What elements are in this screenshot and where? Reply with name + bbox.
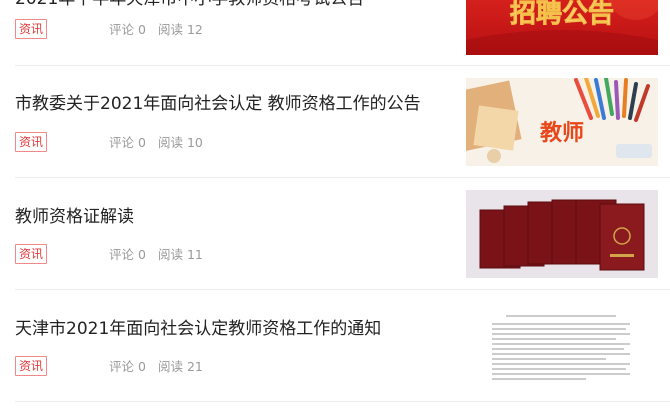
article-item[interactable]: 天津市2021年面向社会认定教师资格工作的通知 资讯 评论 0 阅读 21 — [0, 290, 670, 402]
svg-text:教师: 教师 — [540, 120, 584, 146]
comment-count: 评论 0 — [109, 22, 146, 37]
article-item[interactable]: 教师资格证解读 资讯 评论 0 阅读 11 — [0, 178, 670, 290]
article-thumbnail[interactable]: 教师 — [466, 78, 658, 166]
certificate-books-image — [466, 190, 658, 278]
article-title: 2021年下半年天津市中小学教师资格考试公告 — [15, 0, 364, 10]
comment-count: 评论 0 — [109, 359, 146, 374]
article-thumbnail[interactable] — [466, 302, 658, 390]
article-thumbnail[interactable] — [466, 190, 658, 278]
read-count: 阅读 10 — [158, 135, 203, 150]
article-thumbnail[interactable]: 招聘公告 — [466, 0, 658, 55]
article-item[interactable]: 市教委关于2021年面向社会认定 教师资格工作的公告 资讯 评论 0 阅读 10… — [0, 66, 670, 178]
read-count: 阅读 21 — [158, 359, 203, 374]
article-title: 天津市2021年面向社会认定教师资格工作的通知 — [15, 319, 382, 339]
category-tag: 资讯 — [15, 132, 48, 152]
divider — [15, 401, 670, 402]
article-title: 市教委关于2021年面向社会认定 教师资格工作的公告 — [15, 94, 421, 114]
category-tag: 资讯 — [15, 244, 48, 264]
comment-count: 评论 0 — [109, 247, 146, 262]
recruitment-notice-image: 招聘公告 — [466, 0, 658, 55]
read-count: 阅读 11 — [158, 247, 203, 262]
category-tag: 资讯 — [15, 356, 48, 376]
document-scan-image — [466, 302, 658, 390]
read-count: 阅读 12 — [158, 22, 203, 37]
teacher-stationery-image: 教师 — [466, 78, 658, 166]
svg-text:招聘公告: 招聘公告 — [510, 0, 614, 29]
comment-count: 评论 0 — [109, 135, 146, 150]
category-tag: 资讯 — [15, 19, 48, 39]
article-title: 教师资格证解读 — [15, 207, 134, 227]
